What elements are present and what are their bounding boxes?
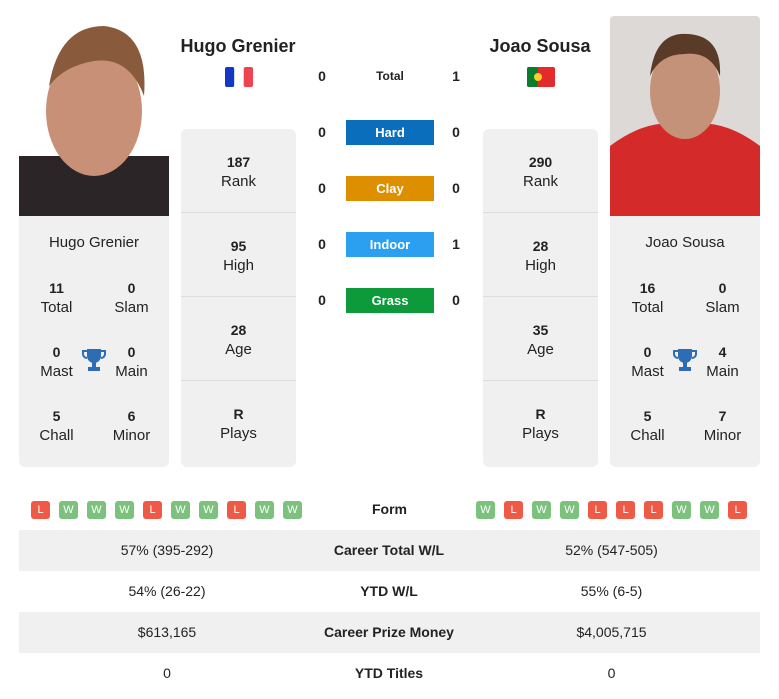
trophy-icon: [673, 347, 697, 378]
player2-photo: [610, 16, 760, 216]
p2-total: 16 Total: [631, 280, 664, 316]
h2h-p1-grass: 0: [318, 292, 326, 308]
form-badge[interactable]: W: [532, 501, 551, 519]
trophy-icon: [82, 347, 106, 378]
h2h-p2-grass: 0: [452, 292, 460, 308]
form-badge[interactable]: L: [588, 501, 607, 519]
player2-name[interactable]: Joao Sousa: [465, 36, 615, 57]
player1-photo: [19, 16, 169, 216]
table-row: 0 YTD Titles 0: [163, 665, 616, 681]
form-badge[interactable]: W: [476, 501, 495, 519]
portugal-flag-icon: [527, 67, 555, 87]
surface-indoor[interactable]: Indoor: [346, 232, 434, 257]
p1-minor: 6 Minor: [112, 408, 151, 444]
h2h-p1-clay: 0: [318, 180, 326, 196]
form-badge[interactable]: W: [560, 501, 579, 519]
form-badge[interactable]: L: [644, 501, 663, 519]
form-badge[interactable]: W: [283, 501, 302, 519]
form-badge[interactable]: L: [143, 501, 162, 519]
form-badge[interactable]: L: [616, 501, 635, 519]
france-flag-icon: [225, 67, 253, 87]
h2h-p2-clay: 0: [452, 180, 460, 196]
p1-total: 11 Total: [40, 280, 73, 316]
p2-slam: 0 Slam: [705, 280, 740, 316]
form-badge[interactable]: W: [171, 501, 190, 519]
player1-name[interactable]: Hugo Grenier: [163, 36, 313, 57]
surface-hard[interactable]: Hard: [346, 120, 434, 145]
table-row: $613,165 Career Prize Money $4,005,715: [19, 612, 760, 653]
form-badge[interactable]: W: [87, 501, 106, 519]
surface-grass[interactable]: Grass: [346, 288, 434, 313]
table-row: 57% (395-292) Career Total W/L 52% (547-50…: [19, 530, 760, 571]
table-row: 54% (26-22) YTD W/L 55% (6-5): [128, 583, 643, 599]
h2h-p1-indoor: 0: [318, 236, 326, 252]
h2h-p1-hard: 0: [318, 124, 326, 140]
p2-chall: 5 Chall: [630, 408, 665, 444]
surface-total: Total: [376, 69, 404, 83]
form-badge[interactable]: W: [59, 501, 78, 519]
h2h-p2-total: 1: [452, 68, 460, 84]
form-badge[interactable]: W: [672, 501, 691, 519]
form-badge[interactable]: W: [255, 501, 274, 519]
h2h-p2-indoor: 1: [452, 236, 460, 252]
form-badge[interactable]: L: [504, 501, 523, 519]
h2h-p2-hard: 0: [452, 124, 460, 140]
player1-stats: 187 Rank 95 High 28 Age R Plays: [181, 129, 296, 467]
form-badge[interactable]: W: [700, 501, 719, 519]
form-badge[interactable]: W: [115, 501, 134, 519]
form-label: Form: [372, 501, 407, 517]
p1-slam: 0 Slam: [114, 280, 149, 316]
player2-name-card: Joao Sousa: [645, 234, 725, 251]
form-badge[interactable]: W: [199, 501, 218, 519]
form-badge[interactable]: L: [227, 501, 246, 519]
player2-stats: 290 Rank 28 High 35 Age R Plays: [483, 129, 598, 467]
form-badge[interactable]: L: [728, 501, 747, 519]
player1-name-card: Hugo Grenier: [48, 234, 140, 251]
p1-chall: 5 Chall: [39, 408, 74, 444]
form-badge[interactable]: L: [31, 501, 50, 519]
p2-minor: 7 Minor: [703, 408, 742, 444]
h2h-p1-total: 0: [318, 68, 326, 84]
surface-clay[interactable]: Clay: [346, 176, 434, 201]
